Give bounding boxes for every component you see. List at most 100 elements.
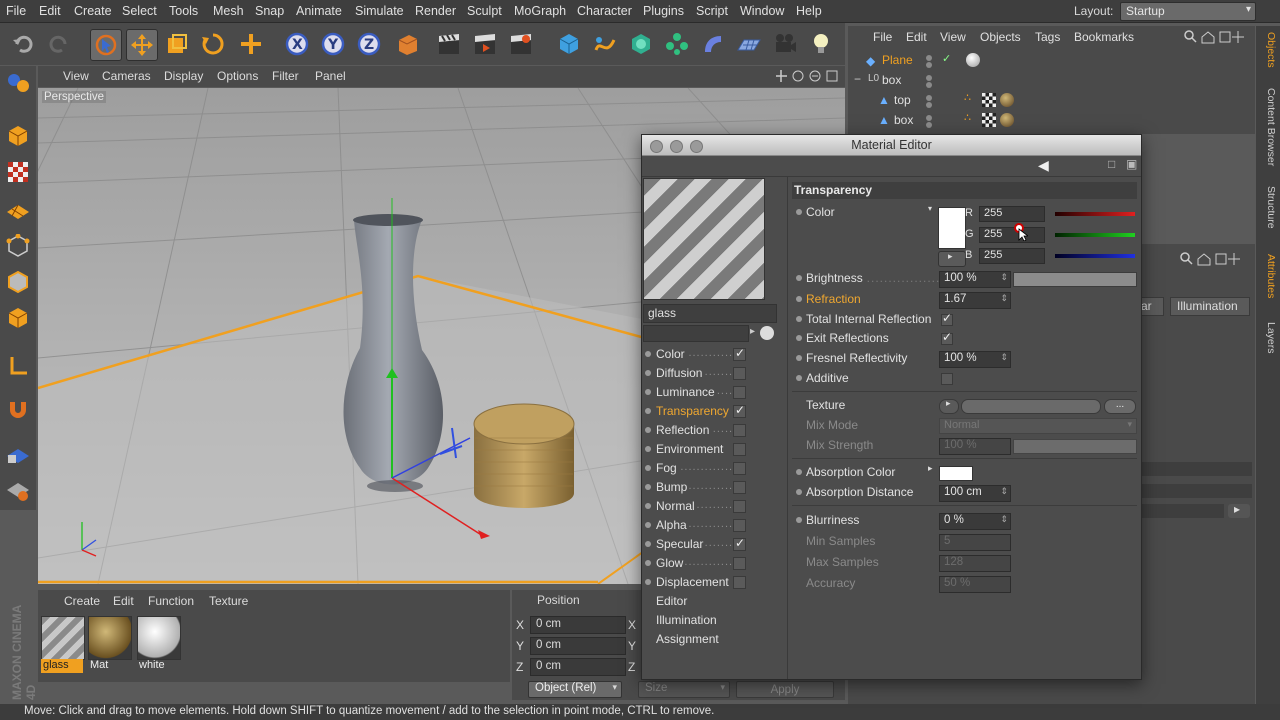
- render-view-button[interactable]: [434, 29, 464, 59]
- absorption-color-swatch[interactable]: [939, 466, 973, 481]
- attr-tab-partial[interactable]: ar: [1140, 297, 1164, 316]
- attr-link-field[interactable]: [1140, 504, 1224, 518]
- camera-button[interactable]: [770, 29, 800, 59]
- tab-attributes[interactable]: Attributes: [1259, 254, 1277, 298]
- objmgr-search-icons[interactable]: [1184, 30, 1254, 44]
- arrow-right-icon[interactable]: ▸: [750, 326, 755, 337]
- viewport-menu-options[interactable]: Options: [217, 69, 258, 83]
- mix-mode-dropdown[interactable]: Normal ▾: [939, 418, 1137, 434]
- material-swatch-white[interactable]: white: [136, 616, 181, 674]
- scale-tool-button[interactable]: [162, 29, 192, 59]
- channel-checkbox[interactable]: [733, 519, 746, 532]
- material-swatch-glass[interactable]: glass: [40, 616, 85, 674]
- tab-structure[interactable]: Structure: [1259, 186, 1277, 229]
- phong-tag-icon[interactable]: ∴: [964, 91, 971, 104]
- stepper-icon[interactable]: ⇕: [1000, 293, 1008, 304]
- item-editor[interactable]: Editor: [642, 592, 787, 611]
- render-visibility-dot[interactable]: [926, 62, 932, 68]
- render-visibility-dot[interactable]: [926, 82, 932, 88]
- brightness-field[interactable]: 100 % ⇕: [939, 271, 1011, 288]
- preview-ball-icon[interactable]: [760, 326, 774, 340]
- texture-slot[interactable]: [961, 399, 1101, 414]
- position-x-field[interactable]: 0 cm: [530, 616, 626, 634]
- enabled-check-icon[interactable]: ✓: [942, 52, 951, 65]
- channel-checkbox[interactable]: [733, 557, 746, 570]
- channel-checkbox[interactable]: [733, 346, 746, 361]
- light-button[interactable]: [806, 29, 836, 59]
- channel-displacement[interactable]: Displacement: [642, 573, 787, 592]
- uvw-tag-icon[interactable]: [982, 93, 996, 107]
- editor-visibility-dot[interactable]: [926, 75, 932, 81]
- objmgr-menu-tags[interactable]: Tags: [1035, 30, 1060, 44]
- deformer-button[interactable]: [698, 29, 728, 59]
- object-row-top[interactable]: ▲ top ∴: [848, 91, 1255, 110]
- position-z-field[interactable]: 0 cm: [530, 658, 626, 676]
- workplane-mode-button[interactable]: [4, 196, 32, 224]
- floor-button[interactable]: [734, 29, 764, 59]
- apply-button[interactable]: Apply: [736, 681, 834, 698]
- additive-checkbox[interactable]: [941, 373, 953, 385]
- fresnel-field[interactable]: 100 % ⇕: [939, 351, 1011, 368]
- objmgr-menu-file[interactable]: File: [873, 30, 892, 44]
- stepper-icon[interactable]: ⇕: [1000, 514, 1008, 525]
- recent-tool-button[interactable]: [236, 29, 266, 59]
- new-window-icon[interactable]: ▣: [1126, 157, 1137, 171]
- tree-collapse-icon[interactable]: −: [854, 72, 861, 86]
- object-row-box[interactable]: − L0 box: [848, 71, 1255, 90]
- tab-content-browser[interactable]: Content Browser: [1259, 88, 1277, 166]
- chevron-down-icon[interactable]: ▾: [928, 204, 932, 213]
- blue-slider[interactable]: [1055, 254, 1135, 258]
- menu-render[interactable]: Render: [415, 4, 456, 18]
- objmgr-menu-bookmarks[interactable]: Bookmarks: [1074, 30, 1134, 44]
- render-visibility-dot[interactable]: [926, 102, 932, 108]
- menu-edit[interactable]: Edit: [39, 4, 61, 18]
- color-g-field[interactable]: 255: [979, 227, 1045, 243]
- channel-alpha[interactable]: ..........................Alpha: [642, 516, 787, 535]
- points-mode-button[interactable]: [4, 232, 32, 260]
- channel-checkbox[interactable]: [733, 403, 746, 418]
- menu-mograph[interactable]: MoGraph: [514, 4, 566, 18]
- material-preview[interactable]: [643, 178, 765, 300]
- channel-glow[interactable]: ..........................Glow: [642, 554, 787, 573]
- channel-color[interactable]: ..........................Color: [642, 345, 787, 364]
- y-axis-button[interactable]: Y: [318, 29, 348, 59]
- arrow-right-icon[interactable]: ▸: [928, 463, 933, 474]
- viewport-menu-panel[interactable]: Panel: [315, 69, 346, 83]
- channel-transparency[interactable]: Transparency: [642, 402, 787, 421]
- attr-link-picker[interactable]: ▸: [1228, 502, 1250, 518]
- move-tool-button[interactable]: [126, 29, 158, 61]
- material-name-field[interactable]: glass: [643, 304, 777, 323]
- attr-tab-illumination[interactable]: Illumination: [1170, 297, 1250, 316]
- edges-mode-button[interactable]: [4, 268, 32, 296]
- object-row-plane[interactable]: ◆ Plane ✓: [848, 51, 1255, 70]
- channel-checkbox[interactable]: [733, 443, 746, 456]
- x-axis-button[interactable]: X: [282, 29, 312, 59]
- channel-environment[interactable]: Environment: [642, 440, 787, 459]
- accuracy-field[interactable]: 50 %: [939, 576, 1011, 593]
- channel-checkbox[interactable]: [733, 386, 746, 399]
- red-slider[interactable]: [1055, 212, 1135, 216]
- back-arrow-icon[interactable]: ◀: [1038, 157, 1049, 174]
- mix-strength-field[interactable]: 100 %: [939, 438, 1011, 455]
- tab-layers[interactable]: Layers: [1259, 322, 1277, 354]
- spline-button[interactable]: [590, 29, 620, 59]
- menu-help[interactable]: Help: [796, 4, 822, 18]
- editor-visibility-dot[interactable]: [926, 95, 932, 101]
- live-selection-button[interactable]: [90, 29, 122, 61]
- planar-workplane-button[interactable]: [4, 476, 32, 504]
- color-mode-button[interactable]: ▸: [938, 251, 966, 267]
- channel-luminance[interactable]: ..........................Luminance: [642, 383, 787, 402]
- channel-checkbox[interactable]: [733, 481, 746, 494]
- refraction-field[interactable]: 1.67 ⇕: [939, 292, 1011, 309]
- texture-menu-button[interactable]: ▸: [939, 398, 959, 414]
- viewport-menu-cameras[interactable]: Cameras: [102, 69, 151, 83]
- render-settings-button[interactable]: [506, 29, 536, 59]
- menu-script[interactable]: Script: [696, 4, 728, 18]
- item-illumination[interactable]: Illumination: [642, 611, 787, 630]
- matmgr-menu-function[interactable]: Function: [148, 594, 194, 608]
- viewport-menu-display[interactable]: Display: [164, 69, 203, 83]
- coordinate-system-button[interactable]: [392, 29, 422, 59]
- menu-simulate[interactable]: Simulate: [355, 4, 404, 18]
- menu-file[interactable]: File: [6, 4, 26, 18]
- green-slider[interactable]: [1055, 233, 1135, 237]
